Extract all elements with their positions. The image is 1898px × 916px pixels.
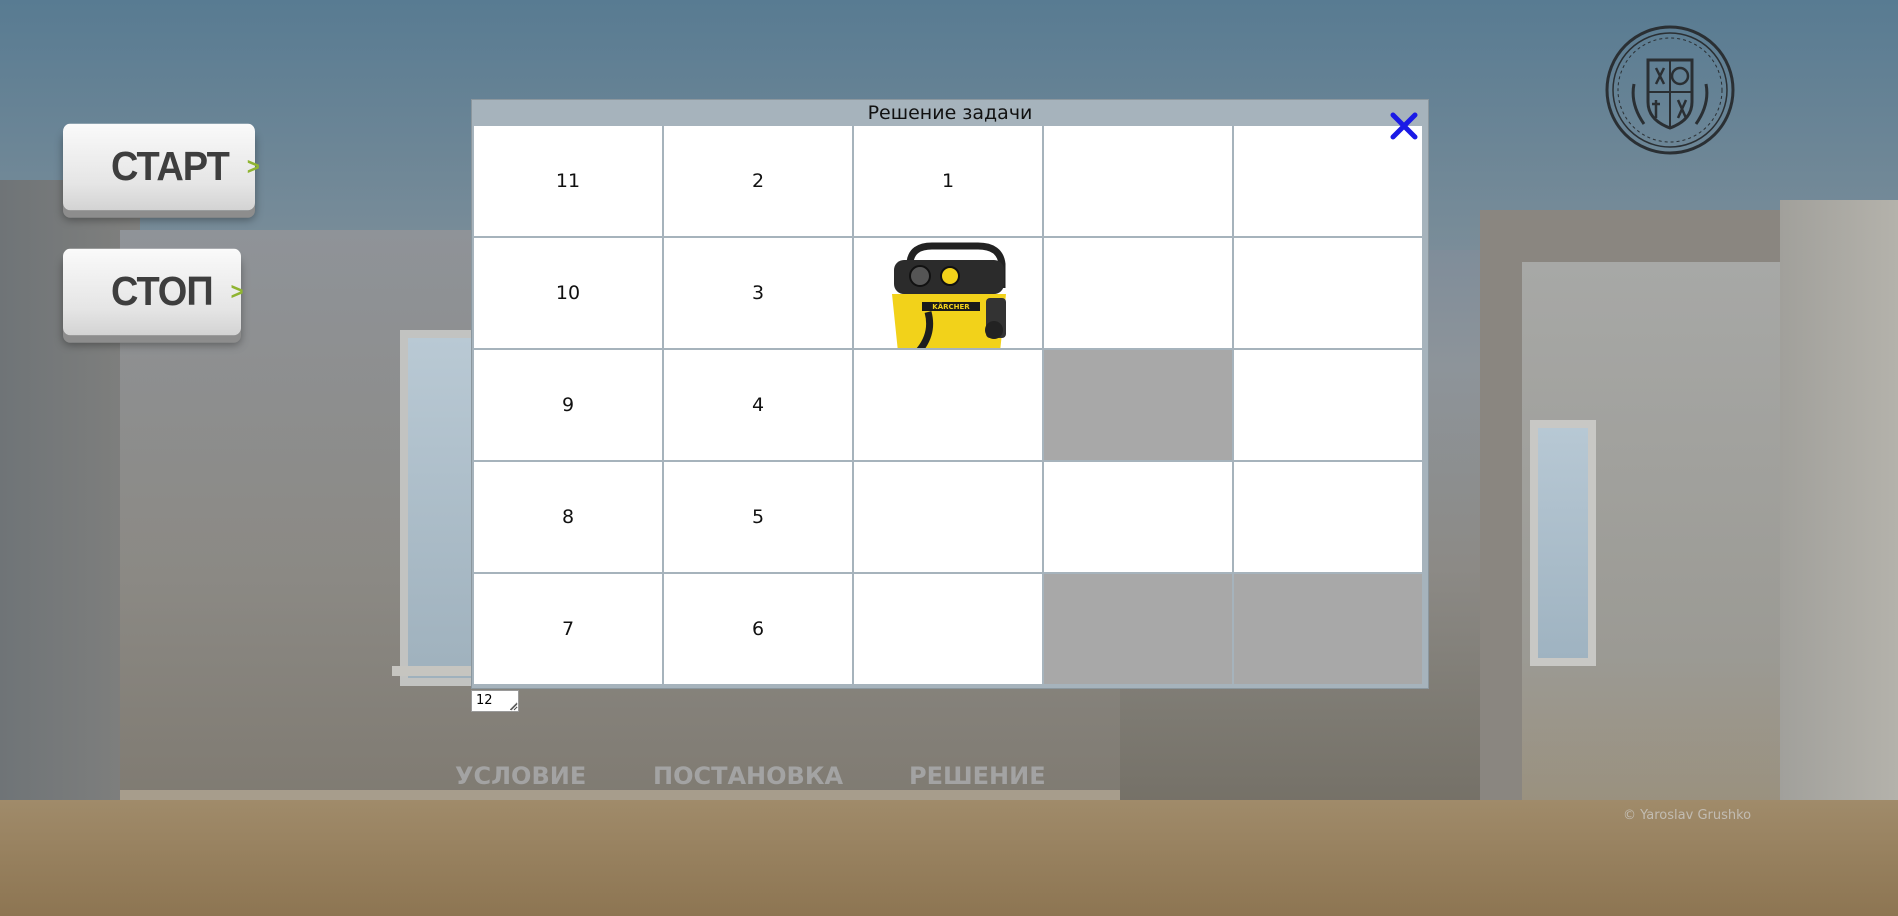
- grid-cell: [1234, 574, 1422, 684]
- nav-solution[interactable]: РЕШЕНИЕ: [909, 762, 1046, 790]
- start-button[interactable]: СТАРТ >: [63, 123, 260, 211]
- grid-cell: 11: [474, 126, 662, 236]
- grid-cell: KÄRCHER: [854, 238, 1042, 348]
- grid-cell: [854, 574, 1042, 684]
- grid-cell: 6: [664, 574, 852, 684]
- copyright: © Yaroslav Grushko: [1623, 808, 1752, 823]
- grid-cell: [1044, 574, 1232, 684]
- floor: [0, 800, 1898, 916]
- solution-dialog: Решение задачи 11 2 1 10 3 KÄRCHER 9 4 8 5 7 6: [471, 99, 1429, 689]
- grid-cell: 3: [664, 238, 852, 348]
- close-icon[interactable]: [1389, 111, 1419, 141]
- nav-condition[interactable]: УСЛОВИЕ: [455, 762, 586, 790]
- grid-cell: 1: [854, 126, 1042, 236]
- stop-button[interactable]: СТОП >: [63, 248, 244, 336]
- grid-cell: [1234, 462, 1422, 572]
- grid-cell: 2: [664, 126, 852, 236]
- grid-cell: [1044, 350, 1232, 460]
- grid-cell: 10: [474, 238, 662, 348]
- grid-cell: 7: [474, 574, 662, 684]
- grid-cell: 9: [474, 350, 662, 460]
- grid-cell: [1234, 238, 1422, 348]
- resize-grip-icon[interactable]: [510, 703, 518, 711]
- grid-cell: 5: [664, 462, 852, 572]
- stop-arrow-icon: >: [230, 277, 244, 305]
- grid-cell: [1234, 126, 1422, 236]
- grid-cell: [1234, 350, 1422, 460]
- vacuum-cleaner-icon: KÄRCHER: [892, 242, 1006, 348]
- university-seal-icon: [1605, 25, 1735, 155]
- grid-cell: [1044, 126, 1232, 236]
- grid-cell: 8: [474, 462, 662, 572]
- window-right: [1530, 420, 1596, 666]
- grid-cell: [854, 462, 1042, 572]
- grid-cell: 4: [664, 350, 852, 460]
- grid-cell: [854, 350, 1042, 460]
- grid-cell: [1044, 462, 1232, 572]
- grid-cell: [1044, 238, 1232, 348]
- nav-statement[interactable]: ПОСТАНОВКА: [653, 762, 843, 790]
- start-arrow-icon: >: [246, 152, 260, 180]
- stop-button-label: СТОП: [111, 268, 214, 315]
- solution-grid: 11 2 1 10 3 KÄRCHER 9 4 8 5 7 6: [474, 126, 1422, 684]
- dialog-title: Решение задачи: [867, 102, 1033, 124]
- start-button-label: СТАРТ: [111, 143, 230, 190]
- vacuum-brand-label: KÄRCHER: [932, 302, 970, 311]
